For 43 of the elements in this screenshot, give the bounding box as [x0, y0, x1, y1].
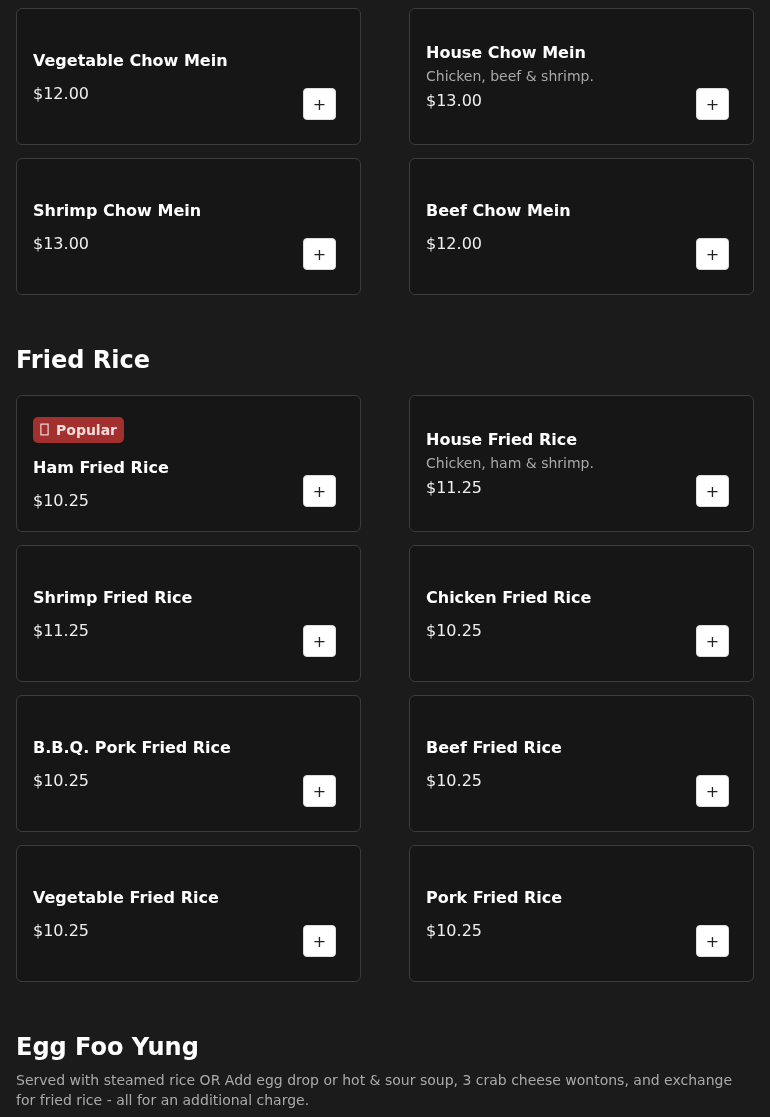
add-button[interactable]: + — [303, 625, 336, 657]
item-name: Beef Chow Mein — [426, 199, 571, 222]
item-price: $13.00 — [426, 91, 483, 111]
add-button[interactable]: + — [696, 925, 729, 957]
item-price: $11.25 — [33, 620, 90, 641]
item-name: House Fried Rice — [426, 429, 578, 451]
item-name: Vegetable Chow Mein — [33, 49, 228, 72]
item-description: Chicken, beef & shrimp. — [426, 67, 594, 85]
item-name: Chicken Fried Rice — [426, 586, 592, 609]
item-description: Chicken, ham & shrimp. — [426, 454, 594, 472]
add-button[interactable]: + — [696, 88, 729, 120]
badge-label: Popular — [56, 420, 118, 439]
item-name: Beef Fried Rice — [426, 736, 562, 759]
add-button[interactable]: + — [696, 625, 729, 657]
section-heading: Egg Foo Yung — [16, 1032, 200, 1062]
add-button[interactable]: + — [303, 238, 336, 270]
add-button[interactable]: + — [303, 775, 336, 807]
item-price: $12.00 — [33, 83, 90, 104]
section-description: Served with steamed rice OR Add egg drop or hot & sour soup, 3 crab cheese wontons, and exchange for fried rice - all for an additional charge. — [16, 1071, 734, 1110]
add-button[interactable]: + — [696, 475, 729, 507]
item-price: $10.25 — [33, 920, 90, 941]
item-price: $13.00 — [33, 233, 90, 254]
add-button[interactable]: + — [696, 238, 729, 270]
item-name: Ham Fried Rice — [33, 456, 169, 479]
item-name: Vegetable Fried Rice — [33, 886, 219, 909]
item-price: $10.25 — [33, 770, 90, 791]
item-price: $10.25 — [426, 770, 483, 791]
item-price: $10.25 — [426, 920, 483, 941]
item-price: $12.00 — [426, 233, 483, 254]
item-name: House Chow Mein — [426, 42, 587, 64]
item-name: B.B.Q. Pork Fried Rice — [33, 736, 231, 759]
item-price: $10.25 — [426, 620, 483, 641]
item-price: $10.25 — [33, 490, 90, 511]
add-button[interactable]: + — [696, 775, 729, 807]
item-price: $11.25 — [426, 478, 483, 498]
add-button[interactable]: + — [303, 925, 336, 957]
item-name: Pork Fried Rice — [426, 886, 563, 909]
item-name: Shrimp Fried Rice — [33, 586, 193, 609]
add-button[interactable]: + — [303, 88, 336, 120]
add-button[interactable]: + — [303, 475, 336, 507]
section-heading: Fried Rice — [16, 345, 151, 375]
missing-glyph-icon — [40, 423, 49, 436]
item-name: Shrimp Chow Mein — [33, 199, 202, 222]
